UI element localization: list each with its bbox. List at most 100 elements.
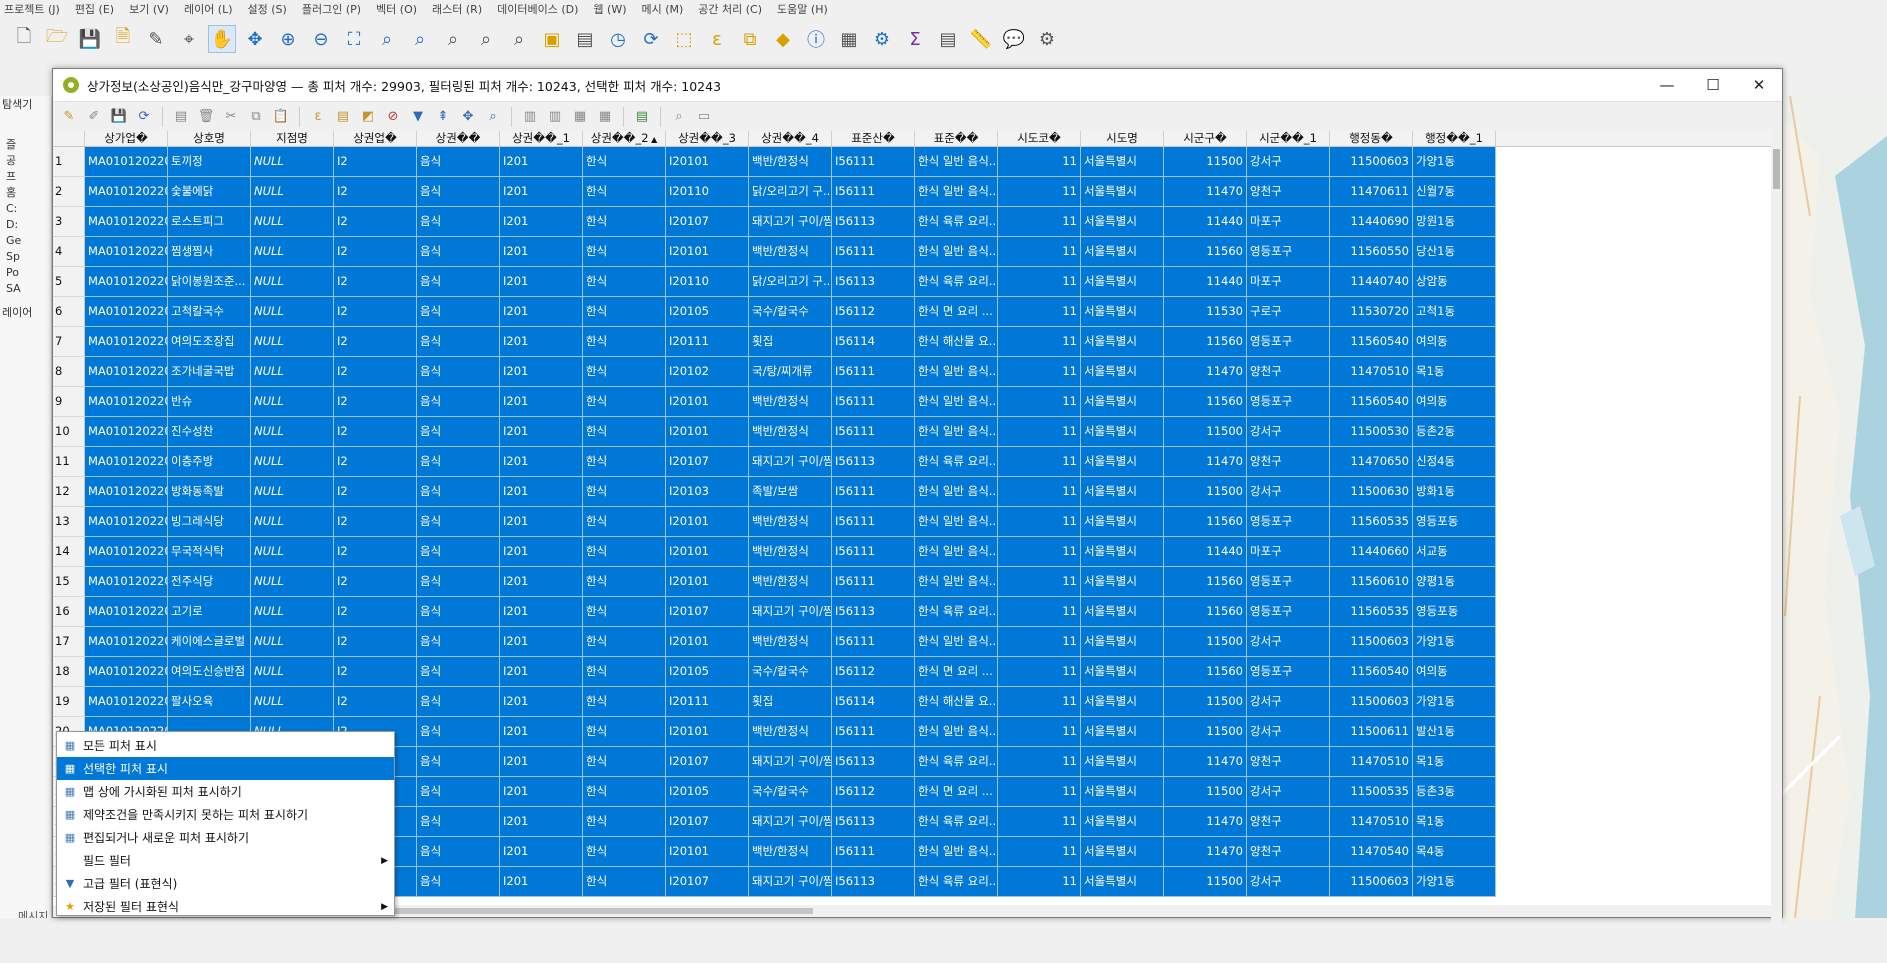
table-cell[interactable]: 한식 <box>583 567 666 597</box>
table-cell[interactable]: I56112 <box>832 657 915 687</box>
table-cell[interactable]: I201 <box>500 477 583 507</box>
table-cell[interactable]: 한식 육류 요리... <box>915 747 998 777</box>
table-cell[interactable]: 구로구 <box>1247 297 1330 327</box>
row-number[interactable]: 6 <box>53 297 85 327</box>
table-cell[interactable]: 무국적식탁 <box>168 537 251 567</box>
table-cell[interactable]: 양천구 <box>1247 837 1330 867</box>
table-cell[interactable]: 돼지고기 구이/찜 <box>749 447 832 477</box>
zoom-full-icon[interactable]: ⛶ <box>340 25 368 53</box>
table-cell[interactable]: 11 <box>998 207 1081 237</box>
table-cell[interactable]: 한식 일반 음식... <box>915 537 998 567</box>
table-cell[interactable]: 11500603 <box>1330 867 1413 897</box>
table-cell[interactable]: 서울특별시 <box>1081 147 1164 177</box>
table-cell[interactable]: 한식 일반 음식... <box>915 717 998 747</box>
table-cell[interactable]: NULL <box>251 537 334 567</box>
browser-item[interactable]: Ge <box>0 232 51 248</box>
table-cell[interactable]: I20105 <box>666 777 749 807</box>
field-calculator-icon[interactable]: ▦ <box>595 107 615 127</box>
zoom-out-icon[interactable]: ⊖ <box>307 25 335 53</box>
select-expression-icon[interactable]: ε <box>308 107 328 127</box>
table-cell[interactable]: I201 <box>500 387 583 417</box>
zoom-to-selected-icon[interactable]: ⌕ <box>483 107 503 127</box>
table-cell[interactable]: I201 <box>500 507 583 537</box>
table-cell[interactable]: 찜생찜사 <box>168 237 251 267</box>
table-cell[interactable]: MA010120220... <box>85 687 168 717</box>
table-cell[interactable]: 11470650 <box>1330 447 1413 477</box>
select-by-value-icon[interactable]: ε <box>703 25 731 53</box>
save-edits-icon[interactable]: 💾 <box>109 107 129 127</box>
table-cell[interactable]: NULL <box>251 597 334 627</box>
column-header[interactable]: 상권�� <box>417 131 500 146</box>
paste-icon[interactable]: 📋 <box>271 107 291 127</box>
table-cell[interactable]: 서울특별시 <box>1081 237 1164 267</box>
table-cell[interactable]: I20101 <box>666 417 749 447</box>
table-cell[interactable]: 영등포구 <box>1247 327 1330 357</box>
table-cell[interactable]: I2 <box>334 477 417 507</box>
browser-item[interactable]: Sp <box>0 248 51 264</box>
table-cell[interactable]: I20103 <box>666 477 749 507</box>
table-cell[interactable]: MA010120220... <box>85 357 168 387</box>
table-cell[interactable]: I20101 <box>666 717 749 747</box>
table-cell[interactable]: 반슈 <box>168 387 251 417</box>
menu-item[interactable]: 웹 (W) <box>593 1 626 17</box>
table-cell[interactable]: 여의도조장집 <box>168 327 251 357</box>
table-cell[interactable]: 진수성찬 <box>168 417 251 447</box>
identify-icon[interactable]: ⓘ <box>802 25 830 53</box>
table-cell[interactable]: 11 <box>998 657 1081 687</box>
table-cell[interactable]: 11560 <box>1164 597 1247 627</box>
new-project-icon[interactable]: 🗋 <box>10 25 38 53</box>
table-cell[interactable]: 영등포구 <box>1247 237 1330 267</box>
row-number[interactable]: 13 <box>53 507 85 537</box>
table-cell[interactable]: I20105 <box>666 657 749 687</box>
settings-icon[interactable]: ⚙ <box>1033 25 1061 53</box>
zoom-next-icon[interactable]: ⌕ <box>505 25 533 53</box>
table-cell[interactable]: 한식 <box>583 147 666 177</box>
menu-item[interactable]: 래스터 (R) <box>432 1 482 17</box>
table-cell[interactable]: 11500 <box>1164 777 1247 807</box>
table-cell[interactable]: 강서구 <box>1247 867 1330 897</box>
table-cell[interactable]: I56113 <box>832 597 915 627</box>
table-cell[interactable]: 한식 육류 요리... <box>915 207 998 237</box>
table-cell[interactable]: 11500530 <box>1330 417 1413 447</box>
table-cell[interactable]: 영등포동 <box>1413 507 1496 537</box>
table-cell[interactable]: I2 <box>334 147 417 177</box>
save-project-icon[interactable]: 💾 <box>76 25 104 53</box>
table-cell[interactable]: I20101 <box>666 567 749 597</box>
column-header[interactable]: 상가업� <box>85 131 168 146</box>
close-button[interactable]: ✕ <box>1736 69 1782 101</box>
column-header[interactable]: 상권��_3 <box>666 131 749 146</box>
table-cell[interactable]: NULL <box>251 507 334 537</box>
table-cell[interactable]: I20107 <box>666 597 749 627</box>
table-cell[interactable]: 한식 해산물 요... <box>915 327 998 357</box>
column-header[interactable]: 상권��_2 ▲ <box>583 131 666 146</box>
pan-to-selected-icon[interactable]: ✥ <box>458 107 478 127</box>
table-cell[interactable]: I2 <box>334 417 417 447</box>
add-feature-icon[interactable]: ▤ <box>171 107 191 127</box>
table-cell[interactable]: 백반/한정식 <box>749 537 832 567</box>
table-cell[interactable]: 양천구 <box>1247 357 1330 387</box>
table-cell[interactable]: 한식 <box>583 327 666 357</box>
table-cell[interactable]: 11560540 <box>1330 327 1413 357</box>
table-row[interactable]: 12MA010120220...방화동족발NULLI2음식I201한식I2010… <box>53 477 1771 507</box>
table-cell[interactable]: 11 <box>998 147 1081 177</box>
table-cell[interactable]: 음식 <box>417 747 500 777</box>
table-cell[interactable]: 음식 <box>417 267 500 297</box>
table-cell[interactable]: 음식 <box>417 537 500 567</box>
menu-item[interactable]: 벡터 (O) <box>376 1 417 17</box>
table-cell[interactable]: I201 <box>500 327 583 357</box>
table-cell[interactable]: 한식 육류 요리... <box>915 267 998 297</box>
table-cell[interactable]: 11560 <box>1164 387 1247 417</box>
table-row[interactable]: 6MA010120220...고척칼국수NULLI2음식I201한식I20105… <box>53 297 1771 327</box>
column-header[interactable]: 행정��_1 <box>1413 131 1496 146</box>
table-cell[interactable]: 11 <box>998 177 1081 207</box>
browser-item[interactable]: SA <box>0 280 51 296</box>
table-cell[interactable]: 한식 <box>583 837 666 867</box>
table-cell[interactable]: I56111 <box>832 417 915 447</box>
table-cell[interactable]: 국/탕/찌개류 <box>749 357 832 387</box>
cut-icon[interactable]: ✂ <box>221 107 241 127</box>
new-field-icon[interactable]: ▥ <box>520 107 540 127</box>
table-cell[interactable]: I56111 <box>832 837 915 867</box>
table-cell[interactable]: I201 <box>500 717 583 747</box>
table-cell[interactable]: I56111 <box>832 477 915 507</box>
table-cell[interactable]: I201 <box>500 807 583 837</box>
